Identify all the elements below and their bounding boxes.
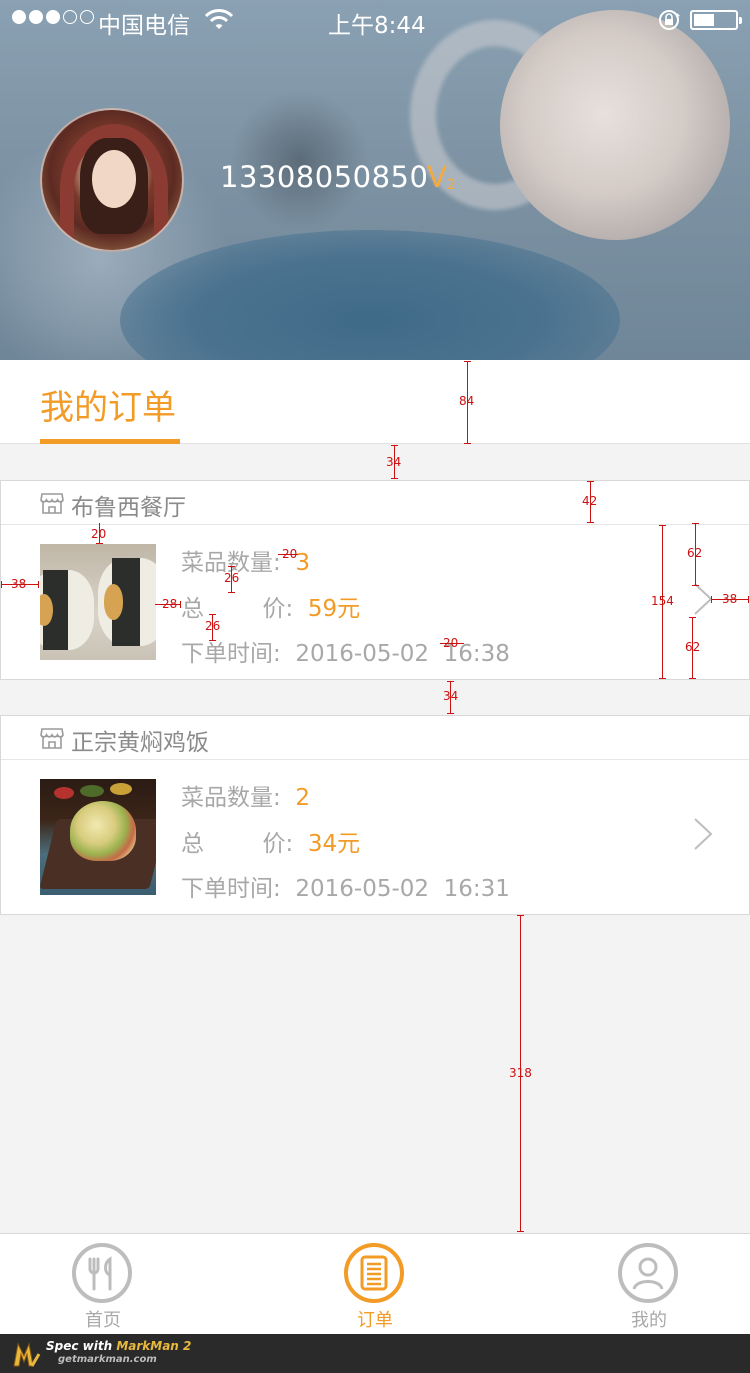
footer-line-2: getmarkman.com — [58, 1354, 157, 1365]
dish-image — [40, 544, 156, 660]
dish-count-value: 2 — [295, 785, 311, 811]
store-name: 布鲁西餐厅 — [71, 495, 186, 521]
avatar[interactable] — [40, 108, 184, 252]
measure-label: 38 — [722, 592, 738, 606]
carrier-name: 中国电信 — [98, 13, 190, 39]
order-list-icon — [344, 1243, 404, 1303]
total-price-row: 总 价: 34元 — [181, 831, 361, 857]
measure-label: 42 — [582, 494, 598, 508]
store-header: 布鲁西餐厅 — [1, 481, 749, 525]
order-time-value: 2016-05-02 16:38 — [295, 641, 510, 667]
user-icon — [618, 1243, 678, 1303]
store-icon — [40, 493, 64, 514]
section-header: 我的订单 — [0, 360, 750, 444]
tab-label: 订单 — [357, 1310, 393, 1331]
store-header: 正宗黄焖鸡饭 — [1, 716, 749, 760]
measure-label: 28 — [162, 597, 178, 611]
measure-label: 20 — [282, 547, 298, 561]
footer-line-1: Spec with MarkMan 2 — [46, 1339, 192, 1353]
order-card[interactable]: 正宗黄焖鸡饭 菜品数量: 2 总 价: 34元 下单时间: 2016-05-02… — [0, 715, 750, 915]
order-card[interactable]: 布鲁西餐厅 菜品数量: 3 总 价: 59元 下单时间: 2016-05-02 … — [0, 480, 750, 680]
order-time-value: 2016-05-02 16:31 — [295, 876, 510, 902]
measure-label: 20 — [443, 636, 459, 650]
store-name: 正宗黄焖鸡饭 — [71, 730, 209, 756]
measure-label: 34 — [443, 689, 459, 703]
tab-orders[interactable]: 订单 — [300, 1234, 450, 1334]
tab-home[interactable]: 首页 — [28, 1234, 178, 1334]
measure-label: 62 — [687, 546, 703, 560]
measure-label: 26 — [205, 619, 221, 633]
status-time: 上午8:44 — [328, 13, 426, 39]
order-time-row: 下单时间: 2016-05-02 16:38 — [181, 641, 510, 667]
chevron-right-icon[interactable] — [693, 817, 713, 851]
rotation-lock-icon — [659, 10, 680, 30]
tab-my-orders[interactable]: 我的订单 — [40, 380, 176, 429]
order-time-row: 下单时间: 2016-05-02 16:31 — [181, 876, 510, 902]
chevron-right-icon[interactable] — [693, 582, 713, 616]
bottom-tab-bar: 首页 订单 我的 — [0, 1233, 750, 1334]
measure-label: 62 — [685, 640, 701, 654]
measure-label: 318 — [509, 1066, 532, 1080]
fork-knife-icon — [72, 1243, 132, 1303]
markman-footer: Spec with MarkMan 2 getmarkman.com — [0, 1334, 750, 1373]
tab-label: 首页 — [85, 1310, 121, 1331]
measure-label: 20 — [91, 527, 107, 541]
measure-label: 154 — [651, 594, 674, 608]
store-icon — [40, 728, 64, 749]
profile-header: 中国电信 上午8:44 13308050850 V2 — [0, 0, 750, 360]
total-price-value: 34元 — [307, 831, 361, 857]
measure-label: 34 — [386, 455, 402, 469]
markman-logo-icon — [13, 1342, 41, 1367]
measure-label: 84 — [459, 394, 475, 408]
vip-badge: V2 — [427, 160, 456, 194]
tab-profile[interactable]: 我的 — [574, 1234, 724, 1334]
total-price-value: 59元 — [307, 596, 361, 622]
measure-label: 26 — [224, 571, 240, 585]
total-price-row: 总 价: 59元 — [181, 596, 361, 622]
wifi-icon — [204, 9, 234, 29]
measure-label: 38 — [11, 577, 27, 591]
status-bar: 中国电信 上午8:44 — [0, 0, 750, 40]
dish-count-row: 菜品数量: 2 — [181, 785, 311, 811]
dish-image — [40, 779, 156, 895]
active-tab-indicator — [40, 439, 180, 444]
battery-icon — [690, 10, 742, 30]
signal-strength-icon — [12, 10, 94, 24]
tab-label: 我的 — [631, 1310, 667, 1331]
user-phone: 13308050850 — [220, 160, 429, 194]
